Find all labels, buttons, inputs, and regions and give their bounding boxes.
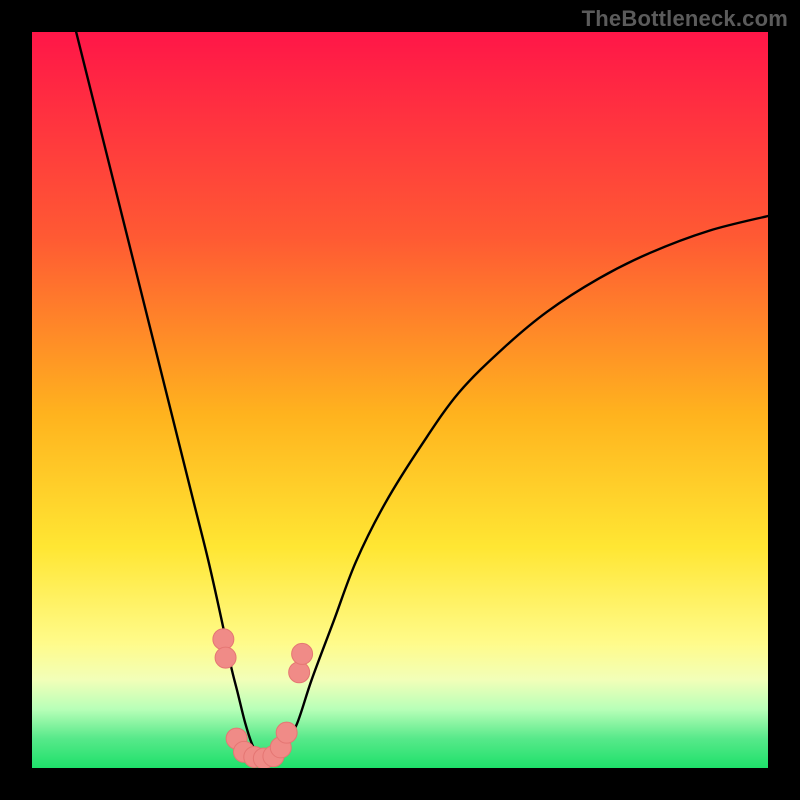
data-marker (276, 722, 297, 743)
gradient-background (32, 32, 768, 768)
chart-frame: TheBottleneck.com (0, 0, 800, 800)
watermark-text: TheBottleneck.com (582, 6, 788, 32)
chart-svg (32, 32, 768, 768)
data-marker (289, 662, 310, 683)
data-marker (213, 629, 234, 650)
data-marker (215, 647, 236, 668)
data-marker (292, 643, 313, 664)
chart-plot-area (32, 32, 768, 768)
